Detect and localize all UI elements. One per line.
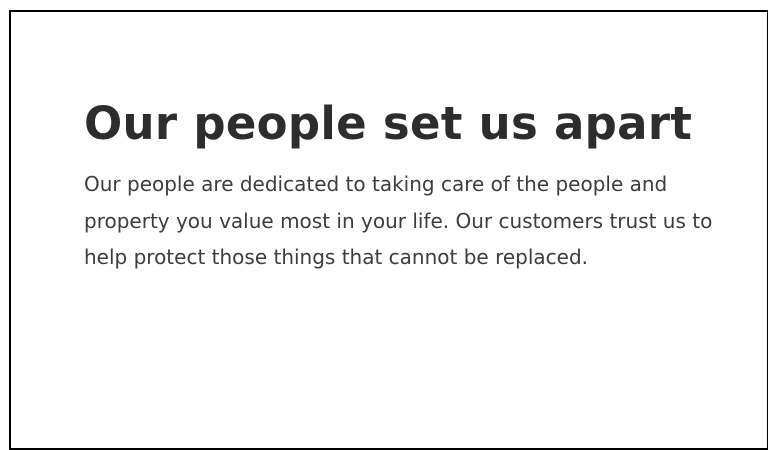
content-card: Our people set us apart Our people are d… [9, 10, 768, 450]
section-heading: Our people set us apart [84, 97, 693, 150]
content-section: Our people set us apart Our people are d… [84, 92, 734, 276]
section-paragraph: Our people are dedicated to taking care … [84, 172, 713, 269]
